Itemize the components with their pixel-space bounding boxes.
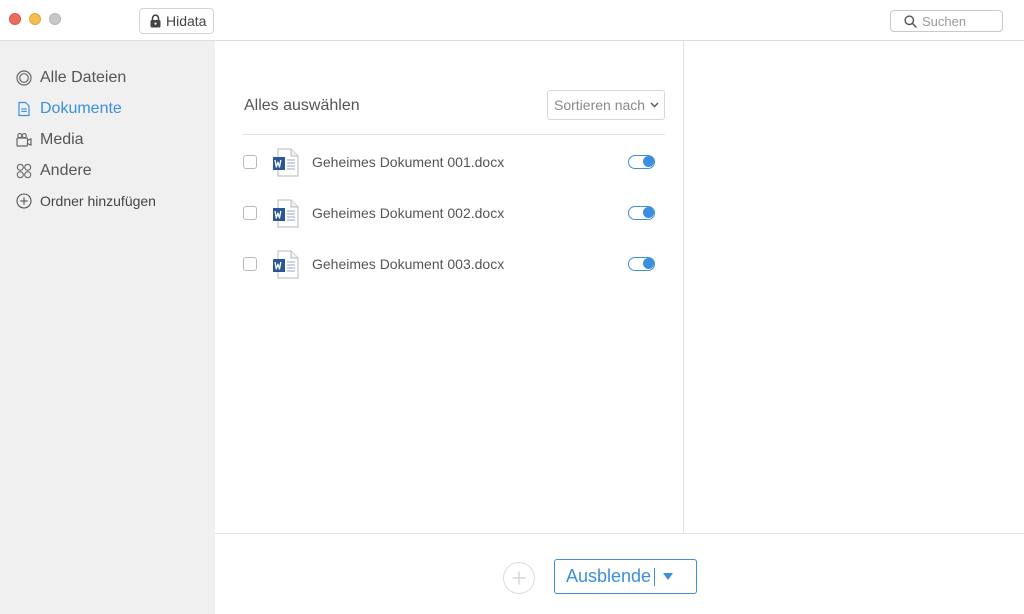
sidebar-item-documents[interactable]: Dokumente bbox=[16, 100, 122, 118]
close-window-button[interactable] bbox=[9, 13, 21, 25]
word-document-icon bbox=[273, 148, 299, 177]
search-input[interactable] bbox=[922, 13, 1002, 29]
add-folder-label: Ordner hinzufügen bbox=[40, 193, 156, 209]
chevron-down-icon bbox=[650, 102, 659, 108]
caret-down-icon[interactable] bbox=[663, 573, 674, 580]
maximize-window-button[interactable] bbox=[49, 13, 61, 25]
sidebar-item-label: Andere bbox=[40, 162, 92, 179]
hide-button-label: Ausblende bbox=[566, 566, 652, 586]
sort-dropdown[interactable]: Sortieren nach bbox=[547, 90, 665, 120]
sort-dropdown-label: Sortieren nach bbox=[554, 97, 646, 113]
bottom-toolbar: Ausblende bbox=[215, 533, 1024, 614]
row-checkbox[interactable] bbox=[243, 257, 257, 271]
detail-panel bbox=[685, 41, 1024, 533]
hide-toggle[interactable] bbox=[628, 257, 655, 271]
app-title: Hidata bbox=[166, 13, 207, 29]
add-files-button[interactable] bbox=[503, 562, 535, 594]
add-folder-button[interactable]: Ordner hinzufügen bbox=[16, 193, 156, 209]
document-icon bbox=[18, 101, 30, 117]
sidebar-item-all-files[interactable]: Alle Dateien bbox=[16, 69, 126, 87]
file-name: Geheimes Dokument 003.docx bbox=[312, 256, 505, 272]
row-checkbox[interactable] bbox=[243, 206, 257, 220]
file-name: Geheimes Dokument 001.docx bbox=[312, 154, 505, 170]
sidebar-item-label: Media bbox=[40, 131, 84, 148]
lock-icon bbox=[150, 14, 161, 28]
sidebar-item-label: Dokumente bbox=[40, 100, 122, 117]
plus-circle-icon bbox=[16, 193, 32, 209]
sidebar: Alle Dateien Dokumente Media Andere Ordn… bbox=[0, 41, 215, 614]
word-document-icon bbox=[273, 199, 299, 228]
all-files-icon bbox=[16, 70, 32, 86]
sidebar-item-label: Alle Dateien bbox=[40, 69, 127, 86]
minimize-window-button[interactable] bbox=[29, 13, 41, 25]
table-row[interactable]: Geheimes Dokument 003.docx bbox=[243, 250, 665, 280]
select-all-link[interactable]: Alles auswählen bbox=[244, 97, 360, 115]
hide-toggle[interactable] bbox=[628, 155, 655, 169]
file-list-panel: Alles auswählen Sortieren nach Geheimes … bbox=[215, 41, 684, 533]
titlebar: Hidata bbox=[0, 0, 1024, 41]
sidebar-item-other[interactable]: Andere bbox=[16, 162, 92, 180]
header-divider bbox=[243, 134, 665, 135]
plus-icon bbox=[512, 571, 526, 585]
row-checkbox[interactable] bbox=[243, 155, 257, 169]
media-icon bbox=[16, 133, 32, 147]
sidebar-item-media[interactable]: Media bbox=[16, 131, 84, 149]
app-title-badge[interactable]: Hidata bbox=[139, 8, 215, 34]
hide-button[interactable]: Ausblende bbox=[554, 559, 697, 594]
button-separator bbox=[654, 567, 656, 586]
hide-toggle[interactable] bbox=[628, 206, 655, 220]
word-document-icon bbox=[273, 250, 299, 279]
app-window: Hidata Alle Dateien Dokumente bbox=[0, 0, 1024, 614]
table-row[interactable]: Geheimes Dokument 002.docx bbox=[243, 199, 665, 229]
other-icon bbox=[16, 163, 32, 179]
search-box[interactable] bbox=[890, 10, 1003, 32]
table-row[interactable]: Geheimes Dokument 001.docx bbox=[243, 148, 665, 178]
file-name: Geheimes Dokument 002.docx bbox=[312, 205, 505, 221]
search-icon bbox=[904, 14, 917, 28]
